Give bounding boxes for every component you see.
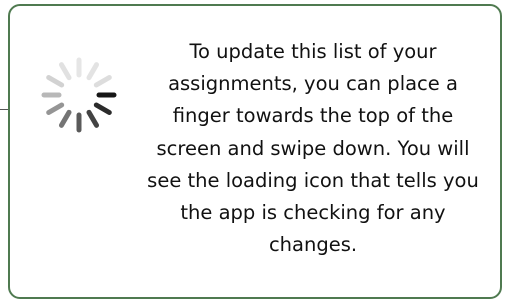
instruction-card: To update this list of your assignments,… xyxy=(8,4,502,299)
loading-spinner-icon xyxy=(41,57,117,133)
instruction-text: To update this list of your assignments,… xyxy=(147,40,479,257)
